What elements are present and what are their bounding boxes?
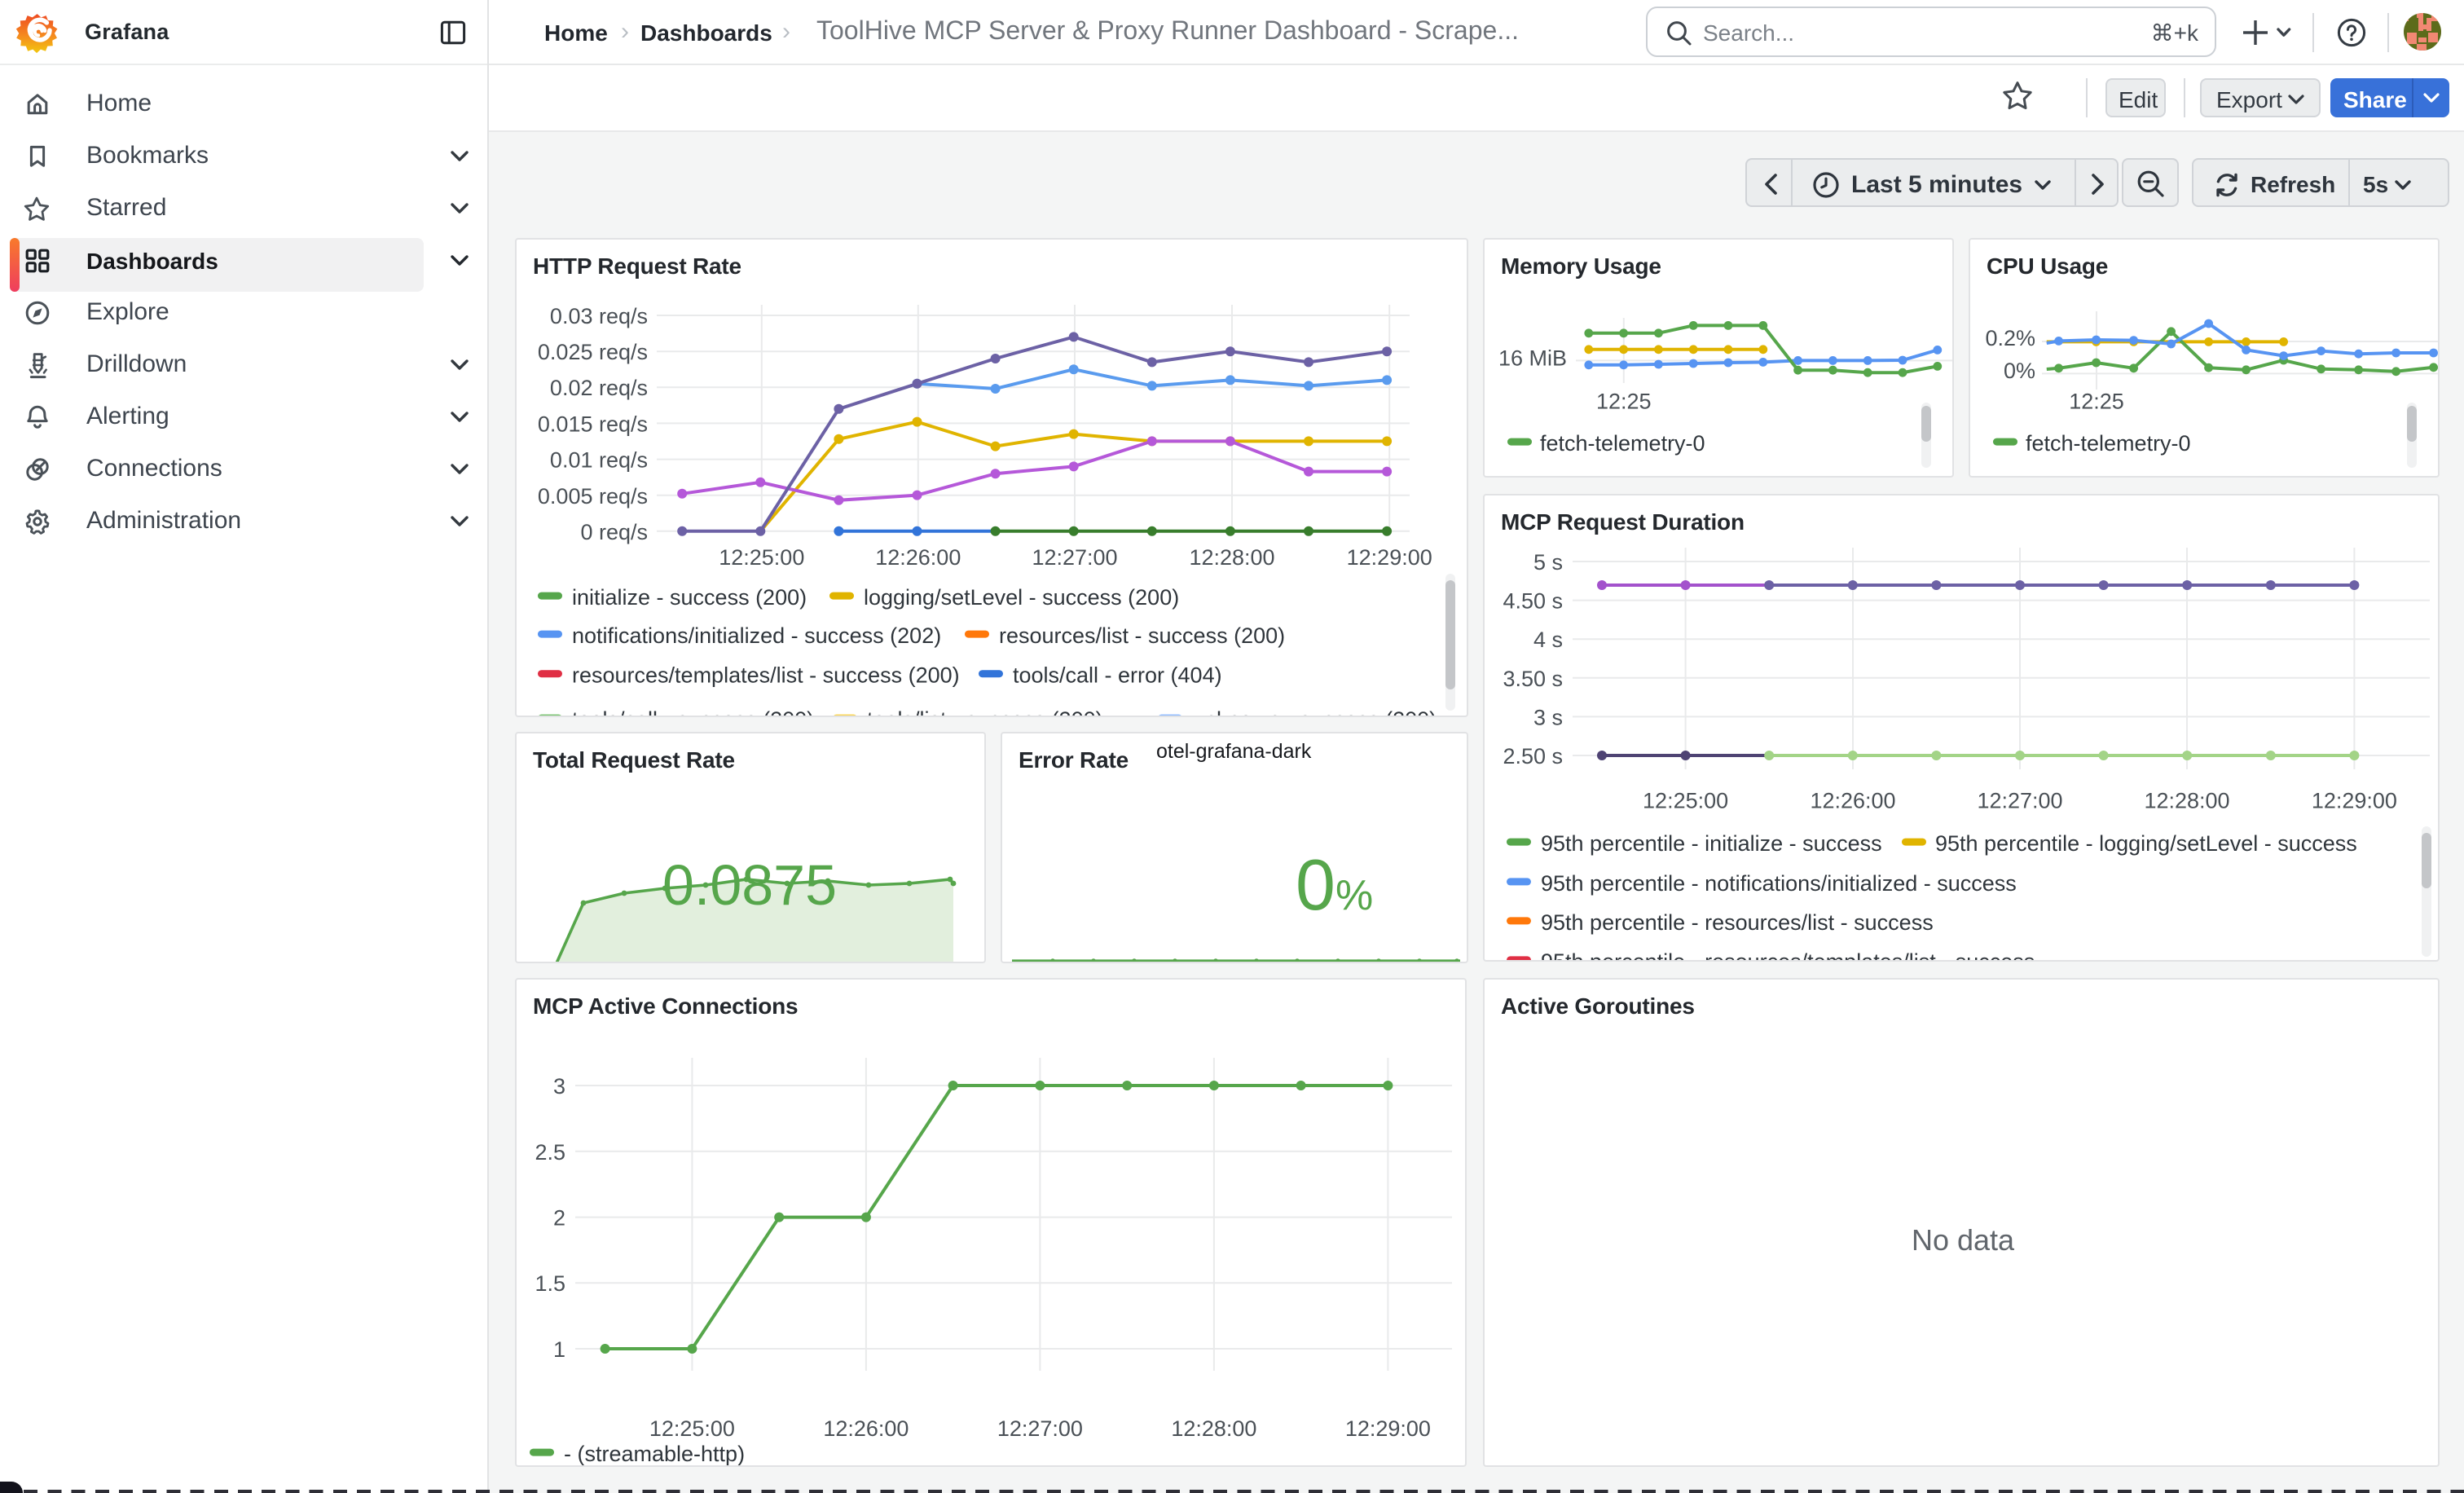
svg-text:3 s: 3 s	[1533, 704, 1563, 729]
svg-text:12:27:00: 12:27:00	[997, 1416, 1083, 1441]
svg-text:95th percentile - notification: 95th percentile - notifications/initiali…	[1541, 870, 2017, 895]
svg-text:12:26:00: 12:26:00	[875, 544, 961, 569]
svg-text:resources/list - success (200): resources/list - success (200)	[999, 623, 1285, 647]
svg-text:12:25:00: 12:25:00	[649, 1416, 735, 1441]
svg-text:0.01 req/s: 0.01 req/s	[550, 447, 648, 472]
svg-text:notifications/initialized - su: notifications/initialized - success (202…	[572, 623, 941, 647]
svg-text:2.5: 2.5	[535, 1140, 565, 1165]
svg-text:3.50 s: 3.50 s	[1503, 666, 1563, 690]
svg-text:fetch-telemetry-0: fetch-telemetry-0	[2026, 430, 2191, 455]
svg-text:0%: 0%	[2004, 358, 2035, 382]
svg-text:12:27:00: 12:27:00	[1032, 544, 1117, 569]
svg-text:0.015 req/s: 0.015 req/s	[538, 411, 648, 435]
svg-text:0.0875: 0.0875	[662, 853, 837, 917]
svg-text:4 s: 4 s	[1533, 627, 1563, 651]
svg-text:4.50 s: 4.50 s	[1503, 588, 1563, 613]
svg-text:0.02 req/s: 0.02 req/s	[550, 375, 648, 399]
svg-text:12:28:00: 12:28:00	[1189, 544, 1274, 569]
svg-text:12:26:00: 12:26:00	[823, 1416, 909, 1441]
svg-text:12:29:00: 12:29:00	[2312, 788, 2397, 813]
svg-text:12:25: 12:25	[2069, 388, 2124, 412]
svg-text:12:26:00: 12:26:00	[1810, 788, 1895, 813]
svg-text:- (streamable-http): - (streamable-http)	[564, 1442, 745, 1466]
svg-text:0 req/s: 0 req/s	[580, 519, 648, 544]
svg-text:fetch-telemetry-0: fetch-telemetry-0	[1540, 430, 1705, 455]
svg-text:2: 2	[553, 1206, 565, 1231]
svg-text:12:28:00: 12:28:00	[2144, 788, 2229, 813]
svg-text:0.005 req/s: 0.005 req/s	[538, 483, 648, 508]
svg-text:otel-grafana-dark: otel-grafana-dark	[1156, 740, 1312, 763]
svg-text:1: 1	[553, 1337, 565, 1362]
svg-text:12:25:00: 12:25:00	[719, 544, 804, 569]
svg-text:3: 3	[553, 1074, 565, 1099]
svg-text:5 s: 5 s	[1533, 549, 1563, 574]
svg-text:12:25:00: 12:25:00	[1643, 788, 1728, 813]
svg-text:95th percentile - initialize -: 95th percentile - initialize - success	[1541, 830, 1882, 855]
svg-text:tools/call - success (200): tools/call - success (200)	[572, 707, 814, 717]
svg-text:tools/list - success (200): tools/list - success (200)	[867, 707, 1103, 717]
svg-text:tools/call - error (404): tools/call - error (404)	[1013, 663, 1222, 687]
svg-text:12:29:00: 12:29:00	[1347, 544, 1432, 569]
svg-text:0.025 req/s: 0.025 req/s	[538, 339, 648, 363]
svg-text:resources/templates/list - suc: resources/templates/list - success (200)	[572, 663, 960, 687]
svg-text:95th percentile - logging/setL: 95th percentile - logging/setLevel - suc…	[1935, 830, 2357, 855]
svg-text:2.50 s: 2.50 s	[1503, 743, 1563, 768]
svg-text:initialize - success (200): initialize - success (200)	[572, 584, 807, 609]
svg-text:0.03 req/s: 0.03 req/s	[550, 303, 648, 328]
svg-text:unknown - success (200): unknown - success (200)	[1192, 707, 1437, 717]
svg-text:12:27:00: 12:27:00	[1977, 788, 2062, 813]
svg-text:16 MiB: 16 MiB	[1498, 345, 1567, 369]
svg-text:0.2%: 0.2%	[1985, 325, 2035, 350]
svg-text:95th percentile - resources/te: 95th percentile - resources/templates/li…	[1541, 949, 2035, 961]
svg-text:0%: 0%	[1296, 844, 1373, 925]
svg-text:12:28:00: 12:28:00	[1171, 1416, 1256, 1441]
svg-text:95th percentile - resources/li: 95th percentile - resources/list - succe…	[1541, 909, 1934, 934]
svg-text:12:29:00: 12:29:00	[1345, 1416, 1431, 1441]
svg-text:1.5: 1.5	[535, 1271, 565, 1296]
svg-text:12:25: 12:25	[1596, 388, 1652, 412]
svg-text:No data: No data	[1912, 1223, 2015, 1257]
svg-text:logging/setLevel - success (20: logging/setLevel - success (200)	[864, 584, 1179, 609]
